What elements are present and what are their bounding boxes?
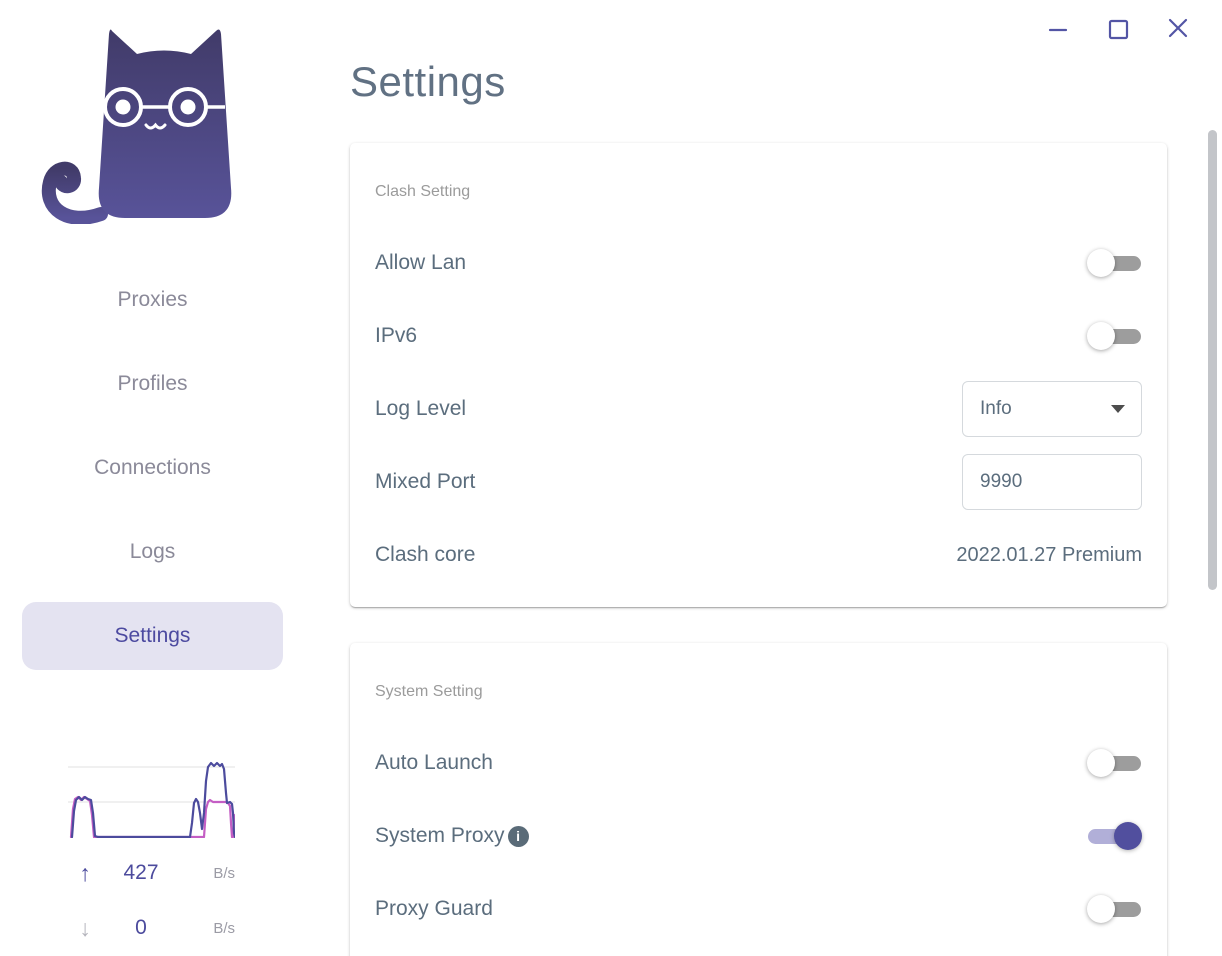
allow-lan-toggle[interactable] [1087,249,1142,277]
toggle-thumb [1087,322,1115,350]
sidebar-item-logs[interactable]: Logs [22,510,283,594]
page-title: Settings [350,58,506,105]
download-speed-row: ↓ 0 B/s [68,913,235,943]
system-proxy-label-text: System Proxy [375,824,505,847]
sidebar: Proxies Profiles Connections Logs Settin… [0,0,305,956]
traffic-panel: ↑ 427 B/s ↓ 0 B/s [68,753,235,943]
proxy-guard-toggle[interactable] [1087,895,1142,923]
system-setting-card: System Setting Auto Launch System Proxy … [350,643,1167,956]
upload-speed-row: ↑ 427 B/s [68,858,235,888]
setting-row-log-level: Log Level Info [375,381,1142,437]
log-level-label: Log Level [375,397,467,420]
system-proxy-toggle[interactable] [1087,822,1142,850]
cat-left-eye [115,99,131,115]
setting-row-auto-launch: Auto Launch [375,735,1142,791]
section-label: Clash Setting [375,183,471,200]
allow-lan-label: Allow Lan [375,251,467,274]
ipv6-toggle[interactable] [1087,322,1142,350]
toggle-thumb [1087,249,1115,277]
download-speed-value: 0 [135,916,147,939]
upload-speed-unit: B/s [213,864,235,882]
system-proxy-label: System Proxy i [375,824,529,848]
setting-row-allow-lan: Allow Lan [375,235,1142,291]
mixed-port-label: Mixed Port [375,470,476,493]
sidebar-item-proxies[interactable]: Proxies [22,258,283,342]
chevron-down-icon [1111,405,1125,413]
close-button[interactable] [1165,16,1191,42]
mixed-port-input[interactable] [962,454,1142,510]
close-icon [1168,18,1188,38]
setting-row-ipv6: IPv6 [375,308,1142,364]
sidebar-item-profiles[interactable]: Profiles [22,342,283,426]
upload-speed-value: 427 [123,861,159,884]
ipv6-label: IPv6 [375,324,418,347]
cat-right-eye [180,99,196,115]
setting-row-mixed-port: Mixed Port [375,454,1142,510]
sidebar-item-settings[interactable]: Settings [22,602,283,670]
clash-core-version: 2022.01.27 Premium [956,543,1142,566]
section-label: System Setting [375,683,483,700]
download-speed-unit: B/s [213,919,235,937]
setting-row-proxy-guard: Proxy Guard [375,881,1142,937]
auto-launch-label: Auto Launch [375,751,493,774]
main-content: Settings Clash Setting Allow Lan IPv6 Lo… [350,0,1167,956]
vertical-scrollbar[interactable] [1208,130,1217,590]
upload-arrow-icon: ↑ [79,859,91,886]
toggle-thumb [1087,895,1115,923]
toggle-thumb [1114,822,1142,850]
sidebar-nav: Proxies Profiles Connections Logs Settin… [22,258,283,678]
clash-core-label: Clash core [375,543,476,566]
clash-setting-card: Clash Setting Allow Lan IPv6 Log Level I… [350,143,1167,607]
proxy-guard-label: Proxy Guard [375,897,493,920]
log-level-value: Info [980,398,1012,419]
setting-row-clash-core: Clash core 2022.01.27 Premium [375,527,1142,583]
toggle-thumb [1087,749,1115,777]
log-level-select[interactable]: Info [962,381,1142,437]
cat-tail [41,161,108,224]
traffic-graph [68,761,235,838]
download-arrow-icon: ↓ [79,914,91,941]
clash-cat-logo [41,29,232,224]
auto-launch-toggle[interactable] [1087,749,1142,777]
setting-row-system-proxy: System Proxy i [375,808,1142,864]
sidebar-item-connections[interactable]: Connections [22,426,283,510]
info-icon[interactable]: i [507,825,529,847]
